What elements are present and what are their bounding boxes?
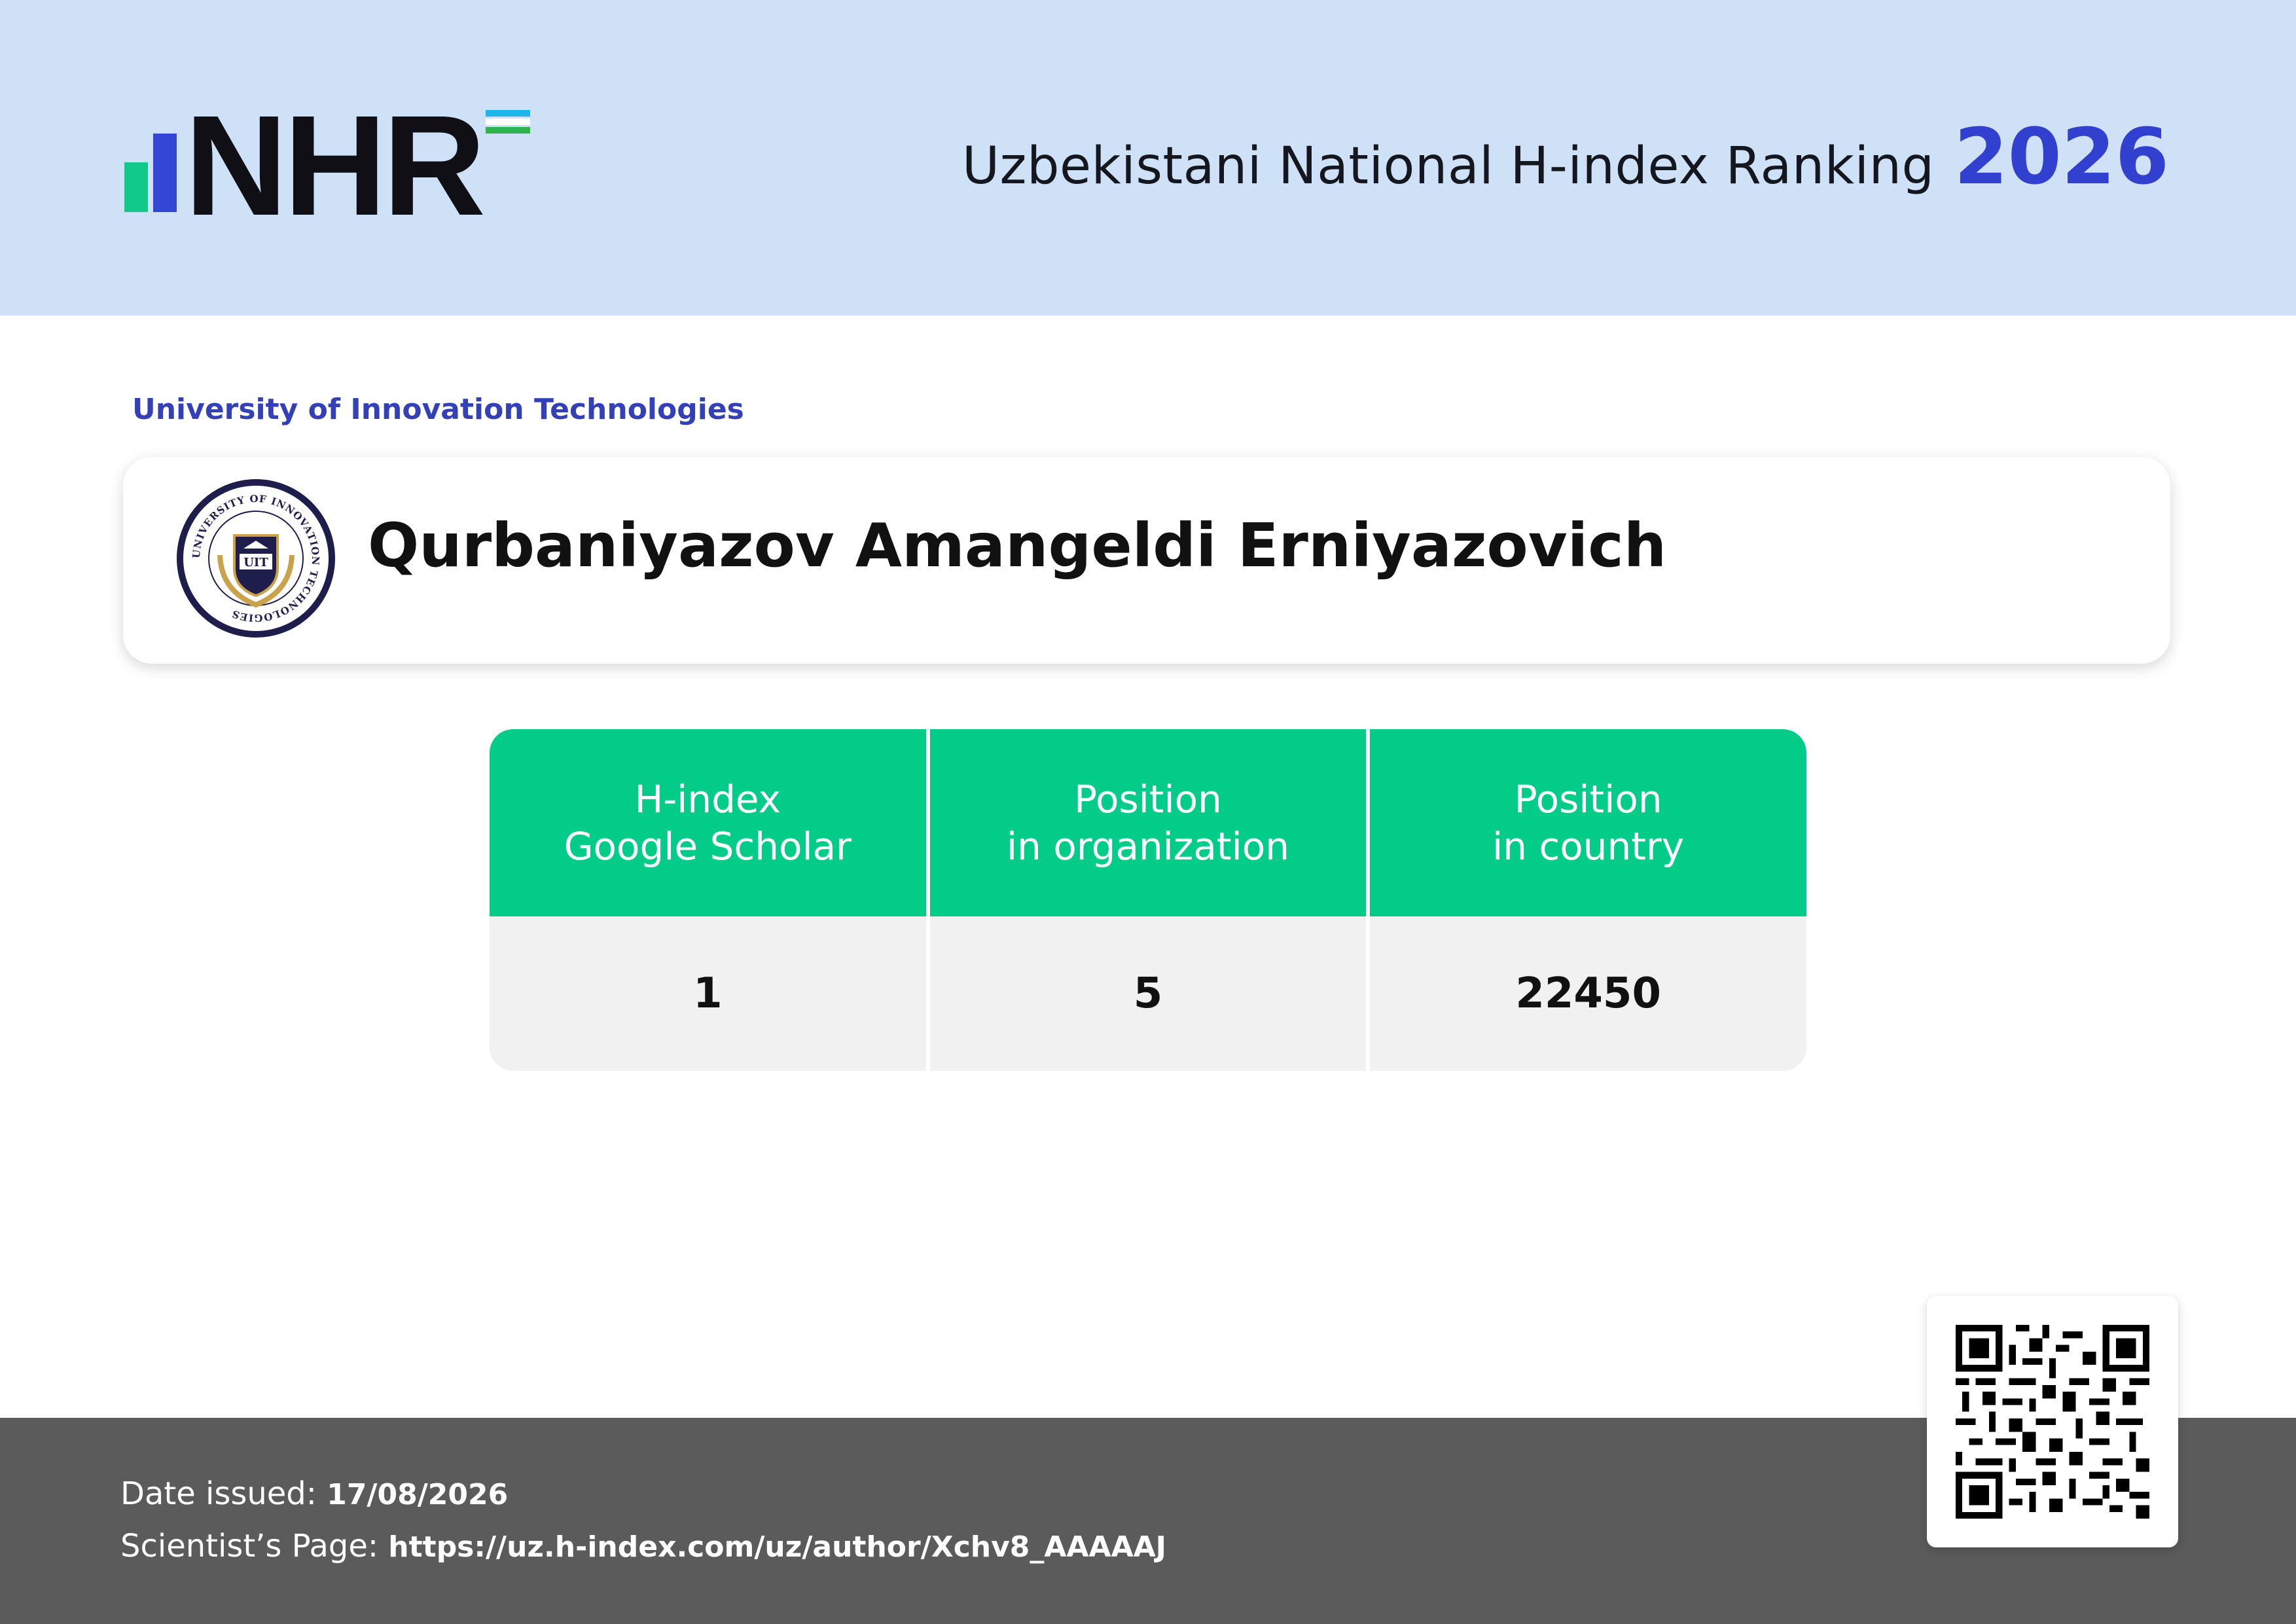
nhr-logo: NHR [122, 95, 541, 238]
header-position-country-line1: Position [1514, 777, 1662, 821]
header-h-index-line2: Google Scholar [564, 824, 852, 869]
logo-text: NHR [185, 86, 486, 245]
date-issued-value: 17/08/2026 [327, 1478, 509, 1511]
stats-table: H-index Google Scholar Position in organ… [490, 729, 1806, 1071]
date-issued-label: Date issued: [120, 1475, 317, 1512]
scientist-name: Qurbaniyazov Amangeldi Erniyazovich [368, 511, 1667, 581]
ranking-year: 2026 [1954, 111, 2169, 202]
organization-position-value: 5 [929, 916, 1367, 1071]
scientist-page: Scientist’s Page: https://uz.h-index.com… [120, 1528, 1166, 1564]
logo-bar-green [124, 162, 148, 212]
header-h-index-line1: H-index [634, 777, 781, 821]
date-issued: Date issued: 17/08/2026 [120, 1475, 508, 1512]
logo-bar-blue [153, 134, 177, 212]
h-index-value: 1 [490, 916, 926, 1071]
scientist-page-label: Scientist’s Page: [120, 1528, 379, 1564]
ranking-title: Uzbekistani National H-index Ranking 202… [962, 111, 2169, 202]
country-position-value: 22450 [1370, 916, 1806, 1071]
header-position-org-line1: Position [1074, 777, 1222, 821]
header-position-org-line2: in organization [1007, 824, 1289, 869]
emblem-abbr: UIT [243, 556, 268, 569]
header-banner: NHR Uzbekistani National H-index Ranking… [0, 0, 2296, 316]
header-position-country: Position in country [1370, 729, 1806, 916]
header-position-country-line2: in country [1492, 824, 1685, 869]
header-h-index: H-index Google Scholar [490, 729, 926, 916]
scientist-card: UNIVERSITY OF INNOVATION TECHNOLOGIES UI… [123, 457, 2170, 664]
organization-name: University of Innovation Technologies [132, 393, 744, 426]
university-emblem: UNIVERSITY OF INNOVATION TECHNOLOGIES UI… [177, 479, 335, 638]
header-position-organization: Position in organization [929, 729, 1367, 916]
qr-code[interactable] [1956, 1325, 2149, 1519]
scientist-page-link[interactable]: https://uz.h-index.com/uz/author/Xchv8_A… [388, 1530, 1166, 1564]
qr-card [1927, 1296, 2178, 1547]
ranking-title-text: Uzbekistani National H-index Ranking [961, 137, 1935, 196]
uzbek-flag-icon [486, 110, 530, 136]
